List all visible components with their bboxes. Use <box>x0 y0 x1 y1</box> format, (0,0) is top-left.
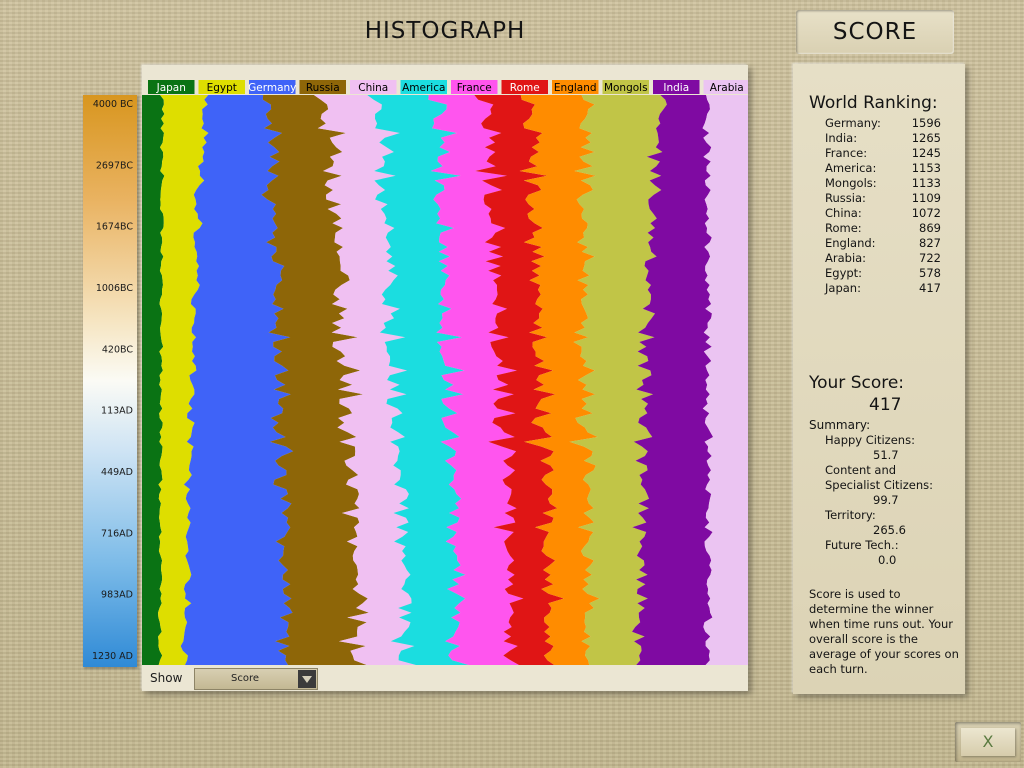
ranking-civ-name: Rome: <box>825 221 862 235</box>
timeline-label: 113AD <box>101 406 133 417</box>
ranking-civ-name: Japan: <box>825 281 861 295</box>
timeline-label: 1006BC <box>96 283 134 294</box>
timeline-label: 716AD <box>101 528 133 539</box>
chevron-down-icon[interactable] <box>298 670 316 688</box>
series-band-arabia <box>702 95 748 665</box>
legend-germany: Germany <box>248 80 296 94</box>
ranking-civ-score: 1265 <box>911 131 941 145</box>
legend-label: India <box>663 82 689 94</box>
score-tab[interactable]: SCORE <box>796 10 954 54</box>
legend-label: Russia <box>306 82 340 94</box>
ranking-civ-name: America: <box>825 161 877 175</box>
timeline-label: 1674BC <box>96 222 134 233</box>
legend-label: France <box>457 82 492 94</box>
histograph-chart: Japan Egypt Germany Russia China America Franc… <box>142 65 748 691</box>
timeline-label: 4000 BC <box>93 99 134 110</box>
ranking-row: Rome: 869 <box>825 221 941 236</box>
ranking-row: England: 827 <box>825 236 941 251</box>
close-button[interactable]: X <box>955 722 1021 762</box>
legend-america: America <box>400 80 447 94</box>
ranking-civ-name: Russia: <box>825 191 866 205</box>
ranking-row: Russia: 1109 <box>825 191 941 206</box>
content-label-1: Content and <box>825 463 897 477</box>
ranking-civ-score: 417 <box>919 281 941 295</box>
summary-title: Summary: <box>809 418 871 432</box>
timeline-label: 1230 AD <box>92 651 133 662</box>
ranking-civ-score: 869 <box>919 221 941 235</box>
legend-england: England <box>552 80 599 94</box>
legend-france: France <box>451 80 498 94</box>
legend-arabia: Arabia <box>703 80 748 94</box>
territory-label: Territory: <box>825 508 876 522</box>
legend-label: Mongols <box>604 82 648 94</box>
legend-china: China <box>350 80 397 94</box>
legend-label: Germany <box>248 82 296 94</box>
score-panel: World Ranking: Germany: 1596 India: 1265 Fra… <box>793 64 965 694</box>
ranking-row: Mongols: 1133 <box>825 176 941 191</box>
ranking-row: Japan: 417 <box>825 281 941 296</box>
legend-label: China <box>358 82 388 94</box>
show-dropdown[interactable]: Score <box>194 668 318 690</box>
ranking-civ-score: 827 <box>919 236 941 250</box>
ranking-civ-name: Mongols: <box>825 176 877 190</box>
ranking-civ-name: China: <box>825 206 862 220</box>
ranking-row: China: 1072 <box>825 206 941 221</box>
ranking-row: France: 1245 <box>825 146 941 161</box>
legend-label: England <box>554 82 597 94</box>
your-score-value: 417 <box>869 395 902 415</box>
future-tech-label: Future Tech.: <box>825 538 899 552</box>
legend-egypt: Egypt <box>198 80 245 94</box>
page-title: HISTOGRAPH <box>364 18 526 44</box>
ranking-civ-name: France: <box>825 146 868 160</box>
happy-citizens-label: Happy Citizens: <box>825 433 915 447</box>
world-ranking-list: Germany: 1596 India: 1265 France: 1245 America… <box>825 116 941 296</box>
timeline-label: 420BC <box>102 344 133 355</box>
territory-value: 265.6 <box>873 523 906 537</box>
ranking-civ-score: 1153 <box>911 161 941 175</box>
content-value: 99.7 <box>873 493 899 507</box>
legend-label: Rome <box>510 82 540 94</box>
ranking-civ-score: 1133 <box>911 176 941 190</box>
legend-rome: Rome <box>501 80 548 94</box>
ranking-civ-name: Germany: <box>825 116 881 130</box>
ranking-civ-score: 1596 <box>911 116 941 130</box>
close-icon: X <box>961 728 1015 756</box>
show-label: Show <box>150 671 183 685</box>
ranking-civ-name: England: <box>825 236 876 250</box>
legend-mongols: Mongols <box>602 80 649 94</box>
legend-russia: Russia <box>299 80 346 94</box>
ranking-civ-score: 1109 <box>911 191 941 205</box>
ranking-row: India: 1265 <box>825 131 941 146</box>
legend-label: Japan <box>156 82 186 94</box>
happy-citizens-value: 51.7 <box>873 448 899 462</box>
show-dropdown-value: Score <box>230 673 259 684</box>
ranking-civ-score: 1245 <box>911 146 941 160</box>
legend-label: America <box>402 82 445 94</box>
legend-label: Egypt <box>207 82 237 94</box>
legend-japan: Japan <box>148 80 195 94</box>
legend-india: India <box>653 80 700 94</box>
histograph-svg: Japan Egypt Germany Russia China America Franc… <box>142 80 748 665</box>
content-label-2: Specialist Citizens: <box>825 478 933 492</box>
timeline-label: 983AD <box>101 590 133 601</box>
ranking-civ-name: Arabia: <box>825 251 867 265</box>
ranking-civ-score: 722 <box>919 251 941 265</box>
ranking-row: Germany: 1596 <box>825 116 941 131</box>
ranking-row: Arabia: 722 <box>825 251 941 266</box>
ranking-civ-score: 578 <box>919 266 941 280</box>
your-score-title: Your Score: <box>809 373 905 393</box>
future-tech-value: 0.0 <box>878 553 897 567</box>
ranking-row: Egypt: 578 <box>825 266 941 281</box>
ranking-civ-name: Egypt: <box>825 266 863 280</box>
ranking-civ-score: 1072 <box>911 206 941 220</box>
timeline-label: 2697BC <box>96 160 134 171</box>
timeline-label: 449AD <box>101 467 133 478</box>
timeline-labels: 4000 BC 2697BC 1674BC 1006BC 420BC 113AD 449AD… <box>92 99 134 662</box>
timeline-bar: 4000 BC 2697BC 1674BC 1006BC 420BC 113AD 449AD… <box>83 95 137 667</box>
ranking-row: America: 1153 <box>825 161 941 176</box>
score-note: Score is used to determine the winner wh… <box>809 587 959 676</box>
world-ranking-title: World Ranking: <box>809 93 938 113</box>
legend-label: Arabia <box>710 82 744 94</box>
ranking-civ-name: India: <box>825 131 858 145</box>
